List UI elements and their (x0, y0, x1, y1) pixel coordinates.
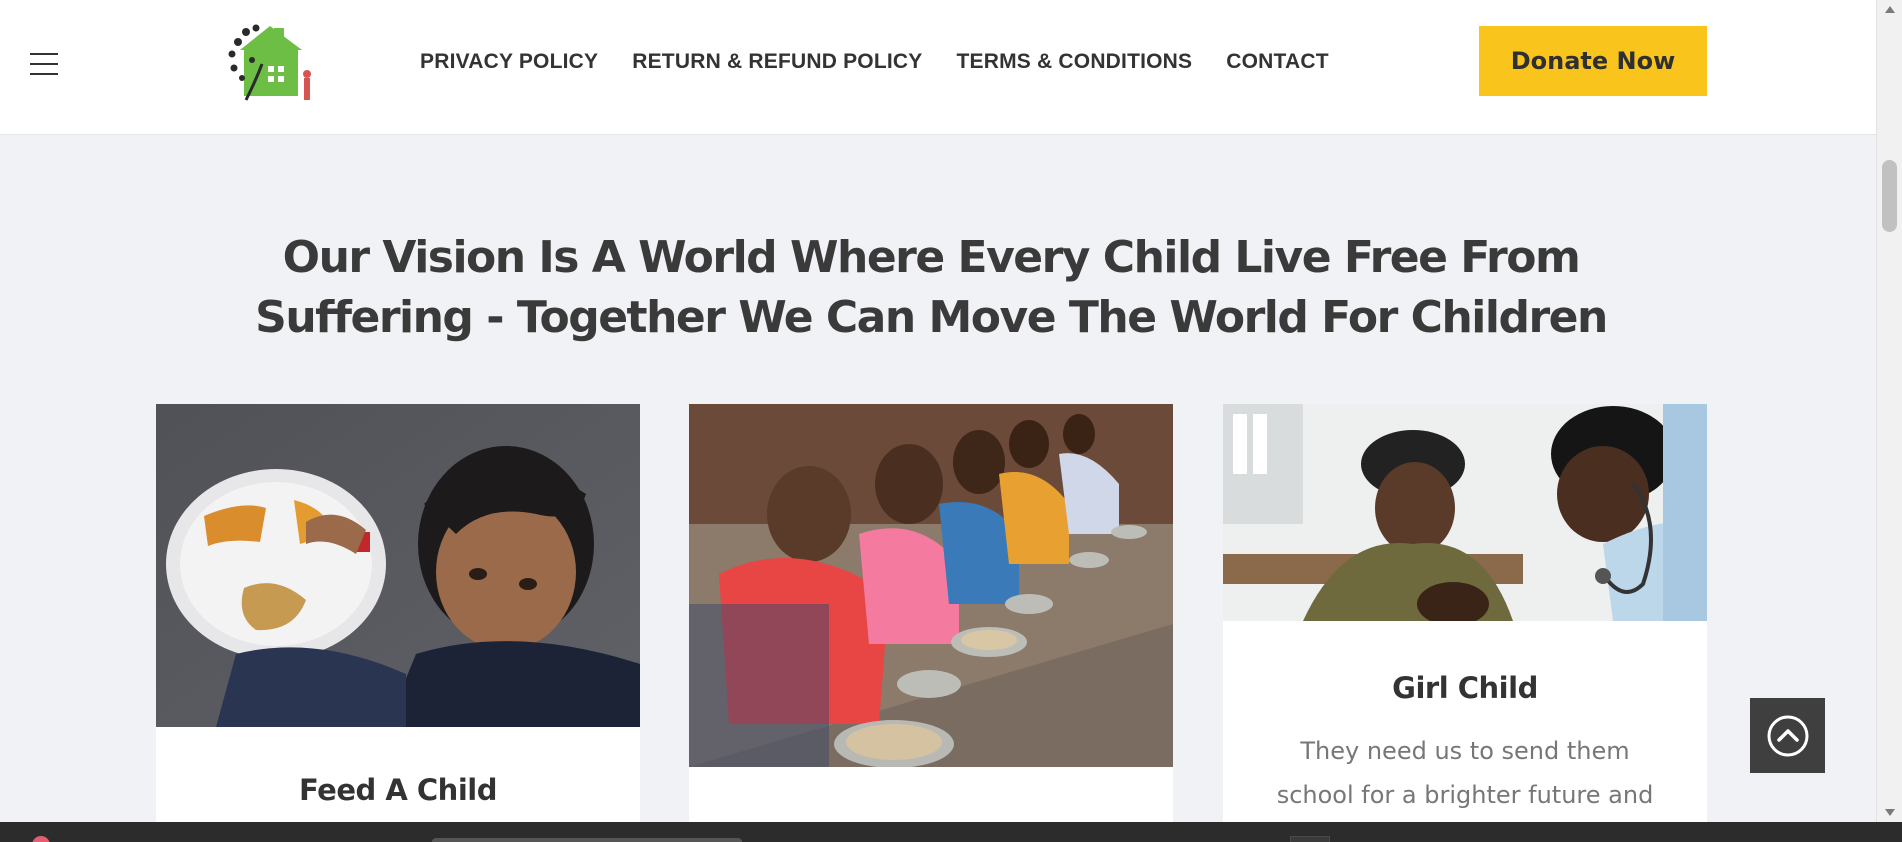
headline-line-1: Our Vision Is A World Where Every Child … (282, 232, 1581, 283)
scroll-down-arrow-icon[interactable] (1885, 809, 1895, 816)
back-to-top-button[interactable] (1750, 698, 1825, 773)
children-meal-photo (689, 404, 1173, 767)
hamburger-menu-icon[interactable] (30, 53, 58, 77)
nav-return-refund-policy[interactable]: RETURN & REFUND POLICY (632, 50, 922, 74)
cause-card-girl-child[interactable]: Girl Child They need us to send them sch… (1223, 404, 1707, 842)
chevron-up-circle-icon (1767, 715, 1808, 756)
scroll-up-arrow-icon[interactable] (1885, 6, 1895, 13)
site-header: PRIVACY POLICY RETURN & REFUND POLICY TE… (0, 0, 1876, 135)
feed-child-photo (156, 404, 640, 727)
vision-headline: Our Vision Is A World Where Every Child … (230, 228, 1632, 348)
taskbar (0, 822, 1902, 842)
donate-now-button[interactable]: Donate Now (1479, 26, 1707, 96)
site-logo[interactable] (226, 20, 322, 104)
vertical-scrollbar[interactable] (1876, 0, 1902, 822)
card-title: Girl Child (1392, 671, 1538, 705)
nav-privacy-policy[interactable]: PRIVACY POLICY (420, 50, 598, 74)
girl-child-photo (1223, 404, 1707, 621)
scroll-thumb[interactable] (1882, 160, 1897, 232)
taskbar-item[interactable] (1290, 836, 1330, 842)
page: PRIVACY POLICY RETURN & REFUND POLICY TE… (0, 0, 1902, 842)
card-description: They need us to send them school for a b… (1276, 737, 1654, 809)
main-nav: PRIVACY POLICY RETURN & REFUND POLICY TE… (420, 50, 1329, 74)
taskbar-window[interactable] (432, 838, 742, 842)
cause-card-feed-a-child[interactable]: Feed A Child (156, 404, 640, 842)
app-icon[interactable] (32, 836, 50, 842)
nav-terms-conditions[interactable]: TERMS & CONDITIONS (956, 50, 1192, 74)
nav-contact[interactable]: CONTACT (1226, 50, 1329, 74)
cause-card-meals[interactable] (689, 404, 1173, 842)
card-title: Feed A Child (299, 773, 497, 807)
headline-line-2: Suffering - Together We Can Move The Wor… (255, 292, 1608, 343)
